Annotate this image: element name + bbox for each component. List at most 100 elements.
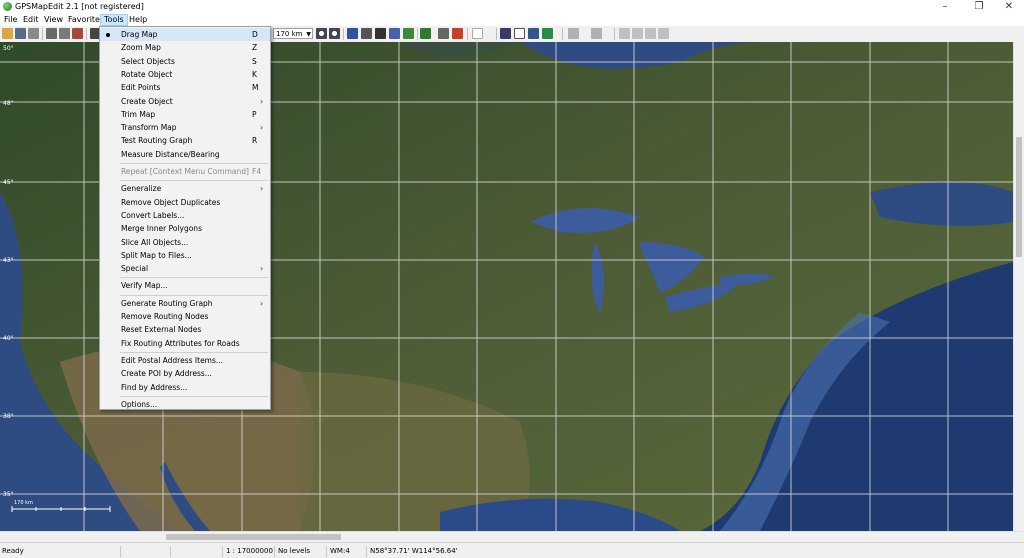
menu-item-edit-postal-address-items[interactable]: Edit Postal Address Items... [100,354,270,367]
window-title: GPSMapEdit 2.1 [not registered] [15,2,144,11]
menu-item-verify-map[interactable]: Verify Map... [100,279,270,292]
menu-item-label: Reset External Nodes [121,325,202,335]
menu-item-label: Find by Address... [121,382,188,392]
menu-item-merge-inner-polygons[interactable]: Merge Inner Polygons [100,222,270,235]
menu-item-remove-routing-nodes[interactable]: Remove Routing Nodes [100,310,270,323]
ruler-icon[interactable] [361,28,372,39]
menu-item-repeat-context-menu-command: Repeat [Context Menu Command] F4 [100,165,270,178]
menu-separator [120,163,268,164]
print-preview-icon[interactable] [59,28,70,39]
menu-item-label: Drag Map [121,30,158,39]
menu-item-drag-map[interactable]: Drag Map D [100,28,270,41]
delete-icon[interactable] [658,28,669,39]
map-icon[interactable] [438,28,449,39]
menu-item-shortcut: Z [252,43,258,53]
menu-item-label: Repeat [Context Menu Command] [121,167,249,176]
menu-item-label: Verify Map... [121,281,168,291]
status-bar: Ready 1 : 17000000 No levels WM:4 N58°37… [0,542,1024,558]
menu-item-find-by-address[interactable]: Find by Address... [100,381,270,394]
menu-item-label: Split Map to Files... [121,250,192,260]
menu-item-fix-routing-attributes-for-roads[interactable]: Fix Routing Attributes for Roads [100,337,270,350]
google-icon[interactable] [472,28,483,39]
menu-separator [120,277,268,279]
cut-icon[interactable] [619,28,630,39]
zoom-in-icon[interactable] [316,28,327,39]
levels-readout: No levels [274,546,326,557]
wm-readout: WM:4 [326,546,366,557]
menu-item-label: Measure Distance/Bearing [121,149,220,159]
vertical-scroll-thumb[interactable] [1016,137,1022,257]
layers-icon[interactable] [389,28,400,39]
undo-icon[interactable] [72,28,83,39]
menu-item-special[interactable]: Special › [100,262,270,275]
menu-item-label: Create POI by Address... [121,369,212,379]
scale-combo[interactable]: 170 km ▼ [273,28,313,39]
menu-edit[interactable]: Edit [20,14,42,26]
page-icon[interactable] [514,28,525,39]
scale-bar-label: 170 km [14,500,33,506]
menu-item-test-routing-graph[interactable]: Test Routing Graph R [100,134,270,147]
menu-item-select-objects[interactable]: Select Objects S [100,55,270,68]
menu-item-measure-distance-bearing[interactable]: Measure Distance/Bearing [100,148,270,161]
grid-label: 35° [3,491,14,498]
chevron-down-icon: ▼ [306,31,311,38]
minimize-button[interactable]: – [930,0,960,14]
select-icon[interactable] [420,28,431,39]
paste-icon[interactable] [645,28,656,39]
grid-label: 43° [3,257,14,264]
save-icon[interactable] [15,28,26,39]
menu-item-generate-routing-graph[interactable]: Generate Routing Graph › [100,297,270,310]
settings-icon[interactable] [452,28,463,39]
menu-item-transform-map[interactable]: Transform Map › [100,121,270,134]
menu-item-convert-labels[interactable]: Convert Labels... [100,209,270,222]
redo-arrow-icon[interactable] [591,28,602,39]
app-icon [3,2,12,11]
gps-icon[interactable] [528,28,539,39]
menu-item-generalize[interactable]: Generalize › [100,182,270,195]
menu-separator [120,180,268,182]
menu-item-label: Fix Routing Attributes for Roads [121,338,240,348]
menu-help[interactable]: Help [126,14,150,26]
undo-arrow-icon[interactable] [568,28,579,39]
grid-label: 45° [3,179,14,186]
grid-label: 38° [3,413,14,420]
zoom-out-icon[interactable] [329,28,340,39]
menu-item-options[interactable]: Options... [100,398,270,411]
label-icon[interactable] [347,28,358,39]
menu-item-shortcut: R [252,136,258,146]
menu-item-label: Remove Object Duplicates [121,197,221,207]
menu-item-rotate-object[interactable]: Rotate Object K [100,68,270,81]
maximize-button[interactable]: ❐ [964,0,994,14]
menu-tools[interactable]: Tools [100,14,128,26]
status-text: Ready [2,547,24,555]
scale-value: 170 km [276,30,303,38]
title-bar: GPSMapEdit 2.1 [not registered] – ❐ ✕ [0,0,1024,14]
menu-item-remove-object-duplicates[interactable]: Remove Object Duplicates [100,196,270,209]
menu-item-slice-all-objects[interactable]: Slice All Objects... [100,236,270,249]
menu-view[interactable]: View [41,14,66,26]
menu-item-shortcut: M [252,83,259,93]
close-button[interactable]: ✕ [994,0,1024,14]
tiles-icon[interactable] [500,28,511,39]
menu-item-split-map-to-files[interactable]: Split Map to Files... [100,249,270,262]
vertical-scrollbar[interactable] [1013,42,1024,531]
menu-item-create-poi-by-address[interactable]: Create POI by Address... [100,367,270,380]
open-icon[interactable] [2,28,13,39]
menu-file[interactable]: File [1,14,20,26]
grid-icon[interactable] [375,28,386,39]
horizontal-scroll-thumb[interactable] [166,534,341,540]
menu-item-shortcut: P [252,109,257,119]
menu-item-label: Remove Routing Nodes [121,312,209,321]
menu-item-edit-points[interactable]: Edit Points M [100,81,270,94]
menu-item-create-object[interactable]: Create Object › [100,95,270,108]
copy-icon[interactable] [632,28,643,39]
menu-separator [120,351,268,353]
print-icon[interactable] [46,28,57,39]
horizontal-scrollbar[interactable] [0,531,1024,542]
map-green-icon[interactable] [542,28,553,39]
menu-item-zoom-map[interactable]: Zoom Map Z [100,41,270,54]
menu-item-trim-map[interactable]: Trim Map P [100,108,270,121]
menu-item-reset-external-nodes[interactable]: Reset External Nodes [100,323,270,336]
routing-icon[interactable] [403,28,414,39]
save-as-icon[interactable] [28,28,39,39]
